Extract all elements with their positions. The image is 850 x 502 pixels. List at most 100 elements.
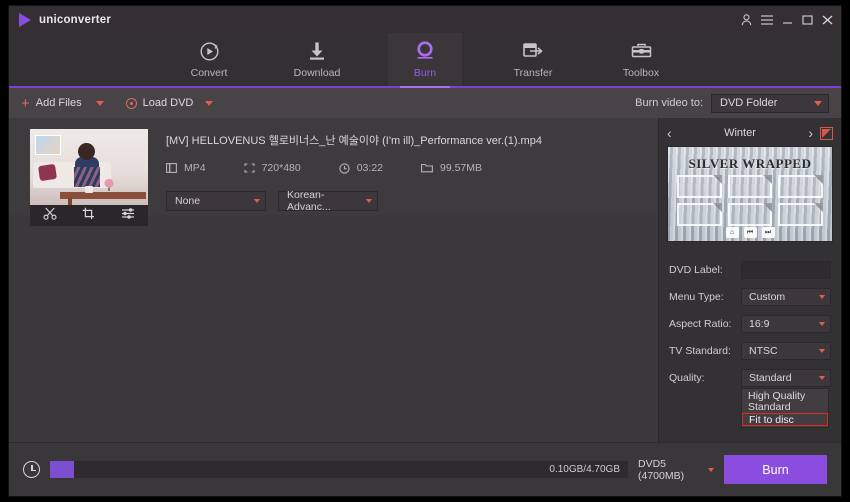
chevron-down-icon [819, 295, 825, 299]
template-prev-button[interactable]: ‹ [667, 126, 672, 140]
menu-thumb-cell[interactable] [677, 175, 722, 198]
meta-resolution-value: 720*480 [262, 162, 301, 174]
dvd-label-row: DVD Label: [669, 260, 831, 280]
application-window: uniconverter Convert [8, 5, 842, 497]
aspect-ratio-row: Aspect Ratio: 16:9 [669, 314, 831, 334]
aspect-ratio-select[interactable]: 16:9 [741, 315, 831, 333]
minimize-icon[interactable] [782, 15, 793, 25]
template-next-button[interactable]: › [808, 126, 813, 140]
home-button[interactable]: ⌂ [726, 227, 739, 238]
tab-download[interactable]: Download [280, 33, 354, 86]
load-dvd-label: Load DVD [143, 97, 194, 109]
add-files-label: Add Files [36, 97, 82, 109]
chevron-down-icon [819, 322, 825, 326]
aspect-ratio-value: 16:9 [749, 318, 769, 330]
effect-icon[interactable] [121, 207, 135, 225]
add-files-button[interactable]: + Add Files [21, 96, 82, 111]
meta-size: 99.57MB [421, 162, 482, 174]
tv-standard-value: NTSC [749, 345, 778, 357]
disc-usage-text: 0.10GB/4.70GB [549, 464, 620, 475]
file-row[interactable]: [MV] HELLOVENUS 헬로비너스_난 예술이야 (I'm ill)_P… [9, 118, 658, 216]
chevron-down-icon [819, 376, 825, 380]
tab-burn[interactable]: Burn [388, 33, 462, 86]
file-track-selectors: None Korean-Advanc... [166, 191, 658, 211]
quality-row: Quality: Standard High Quality Standard … [669, 368, 831, 388]
menu-thumb-cell[interactable] [728, 175, 773, 198]
quality-label: Quality: [669, 372, 741, 384]
resolution-icon [244, 163, 255, 173]
transfer-icon [523, 40, 544, 62]
template-name: Winter [724, 127, 756, 139]
dvd-label-label: DVD Label: [669, 264, 741, 276]
chevron-down-icon [366, 199, 372, 203]
timer-icon[interactable] [23, 461, 40, 478]
burn-video-to-select[interactable]: DVD Folder [711, 94, 829, 113]
dvd-menu-buttons: ⌂ ⏮ ⏭ [668, 227, 832, 238]
subtitle-select[interactable]: None [166, 191, 266, 211]
audio-select[interactable]: Korean-Advanc... [278, 191, 378, 211]
edit-template-icon[interactable] [820, 127, 833, 140]
file-details: [MV] HELLOVENUS 헬로비너스_난 예술이야 (I'm ill)_P… [148, 129, 658, 211]
convert-icon [199, 40, 220, 62]
dvd-menu-preview[interactable]: SILVER WRAPPED ⌂ ⏮ ⏭ [667, 146, 833, 242]
menu-thumb-cell[interactable] [677, 203, 722, 226]
download-icon [307, 40, 327, 62]
tab-toolbox[interactable]: Toolbox [604, 33, 678, 86]
plus-icon: + [21, 96, 30, 111]
menu-icon[interactable] [761, 15, 773, 25]
meta-resolution: 720*480 [244, 162, 301, 174]
file-name: [MV] HELLOVENUS 헬로비너스_난 예술이야 (I'm ill)_P… [166, 132, 658, 148]
meta-duration-value: 03:22 [357, 162, 383, 174]
quality-value: Standard [749, 372, 792, 384]
menu-type-row: Menu Type: Custom [669, 287, 831, 307]
tab-toolbox-label: Toolbox [623, 67, 659, 79]
tv-standard-row: TV Standard: NTSC [669, 341, 831, 361]
tab-transfer[interactable]: Transfer [496, 33, 570, 86]
main-body: [MV] HELLOVENUS 헬로비너스_난 예술이야 (I'm ill)_P… [9, 118, 841, 442]
meta-duration: 03:22 [339, 162, 383, 174]
quality-option-high-quality[interactable]: High Quality [742, 390, 828, 402]
quality-option-standard[interactable]: Standard [742, 402, 828, 414]
quality-option-fit-to-disc[interactable]: Fit to disc [742, 413, 828, 426]
app-title: uniconverter [39, 14, 111, 26]
action-toolbar: + Add Files Load DVD Burn video to: DVD … [9, 88, 841, 118]
dvd-settings-panel: ‹ Winter › SILVER WRAPPED ⌂ [658, 118, 841, 442]
disc-usage-progress: 0.10GB/4.70GB [50, 461, 628, 478]
load-dvd-icon [126, 98, 137, 109]
menu-type-select[interactable]: Custom [741, 288, 831, 306]
menu-thumb-cell[interactable] [778, 203, 823, 226]
add-files-dropdown-caret[interactable] [96, 101, 104, 106]
next-page-button[interactable]: ⏭ [762, 227, 775, 238]
close-icon[interactable] [822, 15, 833, 25]
menu-thumb-cell[interactable] [728, 203, 773, 226]
toolbox-icon [631, 40, 652, 62]
tv-standard-select[interactable]: NTSC [741, 342, 831, 360]
disc-type-select[interactable]: DVD5 (4700MB) [638, 460, 714, 479]
main-navigation: Convert Download Burn Transfer Toolbox [9, 33, 841, 88]
maximize-icon[interactable] [802, 15, 813, 25]
subtitle-value: None [175, 195, 200, 207]
tab-convert[interactable]: Convert [172, 33, 246, 86]
load-dvd-button[interactable]: Load DVD [126, 97, 194, 109]
chevron-down-icon [814, 101, 822, 106]
dvd-label-input[interactable] [741, 261, 831, 279]
burn-button[interactable]: Burn [724, 455, 827, 484]
chevron-down-icon [819, 349, 825, 353]
menu-thumb-cell[interactable] [778, 175, 823, 198]
tab-download-label: Download [294, 67, 341, 79]
prev-page-button[interactable]: ⏮ [744, 227, 757, 238]
app-logo-icon [19, 13, 31, 27]
burn-disc-icon [415, 40, 435, 62]
file-metadata: MP4 720*480 03:22 [166, 162, 658, 174]
tab-transfer-label: Transfer [514, 67, 553, 79]
aspect-ratio-label: Aspect Ratio: [669, 318, 741, 330]
quality-select[interactable]: Standard High Quality Standard Fit to di… [741, 369, 831, 387]
trim-icon[interactable] [43, 207, 57, 225]
title-bar: uniconverter [9, 6, 841, 33]
meta-size-value: 99.57MB [440, 162, 482, 174]
load-dvd-dropdown-caret[interactable] [205, 101, 213, 106]
account-icon[interactable] [741, 14, 752, 26]
burn-video-to-value: DVD Folder [720, 97, 777, 109]
crop-icon[interactable] [82, 207, 96, 225]
disc-type-value: DVD5 (4700MB) [638, 458, 708, 482]
